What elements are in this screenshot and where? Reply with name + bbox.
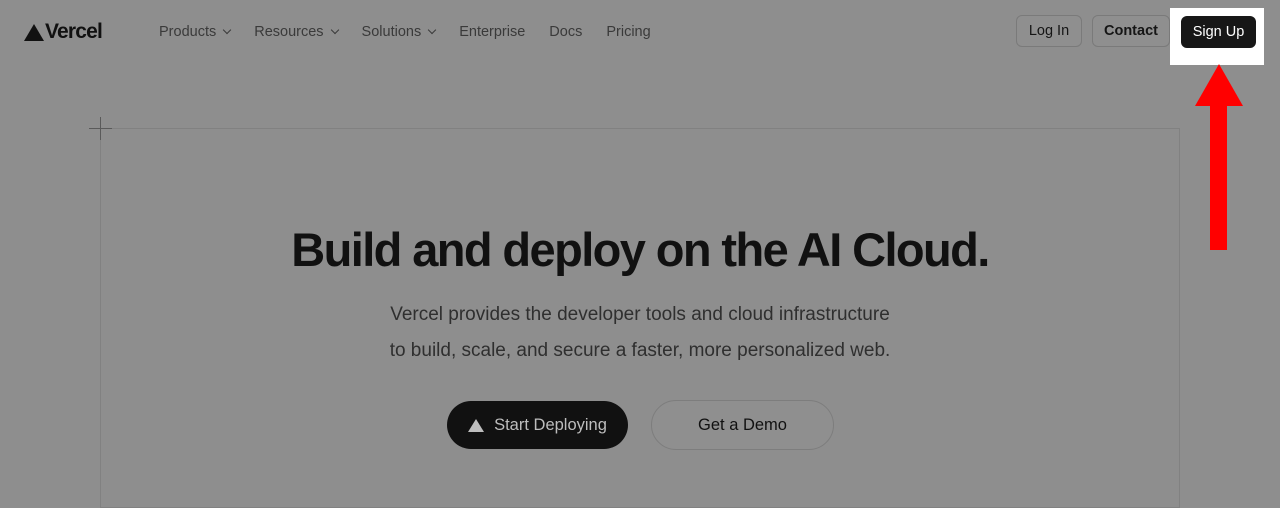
nav-item-pricing[interactable]: Pricing bbox=[597, 24, 659, 40]
nav-item-products[interactable]: Products bbox=[150, 24, 239, 40]
start-deploying-button[interactable]: Start Deploying bbox=[447, 401, 628, 449]
hero-headline: Build and deploy on the AI Cloud. bbox=[291, 223, 990, 276]
nav-item-label: Resources bbox=[254, 24, 324, 40]
chevron-down-icon bbox=[427, 25, 437, 35]
arrow-up-icon bbox=[1195, 64, 1243, 106]
nav-item-enterprise[interactable]: Enterprise bbox=[450, 24, 534, 40]
main-nav: Products Resources Solutions Enterprise … bbox=[150, 20, 660, 44]
nav-item-resources[interactable]: Resources bbox=[245, 24, 346, 40]
vercel-triangle-icon bbox=[468, 418, 485, 432]
hero-subtext: Vercel provides the developer tools and … bbox=[340, 297, 940, 369]
nav-item-label: Products bbox=[159, 24, 217, 40]
vercel-logo[interactable]: Vercel bbox=[24, 20, 103, 44]
contact-button[interactable]: Contact bbox=[1092, 15, 1170, 47]
nav-item-label: Solutions bbox=[361, 24, 422, 40]
nav-item-label: Enterprise bbox=[459, 24, 526, 40]
vercel-triangle-icon bbox=[24, 23, 44, 41]
nav-item-solutions[interactable]: Solutions bbox=[353, 24, 445, 40]
login-button[interactable]: Log In bbox=[1016, 15, 1082, 47]
hero-subtext-line-2: to build, scale, and secure a faster, mo… bbox=[389, 340, 891, 361]
site-header: Vercel Products Resources Solutions Ente… bbox=[0, 0, 1280, 64]
chevron-down-icon bbox=[222, 25, 232, 35]
nav-item-label: Docs bbox=[549, 24, 583, 40]
nav-item-docs[interactable]: Docs bbox=[540, 24, 591, 40]
signup-button[interactable]: Sign Up bbox=[1181, 16, 1256, 48]
nav-item-label: Pricing bbox=[606, 24, 651, 40]
logo-text: Vercel bbox=[45, 20, 103, 43]
start-deploying-label: Start Deploying bbox=[494, 415, 607, 434]
plus-corner-icon bbox=[89, 117, 112, 140]
chevron-down-icon bbox=[330, 25, 339, 35]
get-a-demo-button[interactable]: Get a Demo bbox=[651, 400, 834, 450]
hero-subtext-line-1: Vercel provides the developer tools and … bbox=[390, 304, 890, 325]
